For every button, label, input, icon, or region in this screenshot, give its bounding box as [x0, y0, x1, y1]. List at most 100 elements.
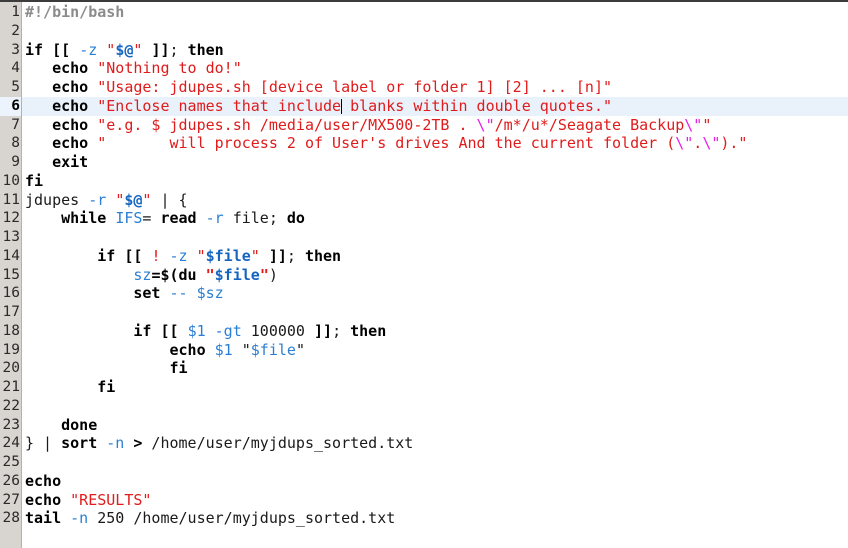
code-line-content[interactable]: echo "Nothing to do!" — [23, 59, 848, 78]
code-line-content[interactable]: echo "Enclose names that include blanks … — [23, 96, 848, 116]
code-line-content[interactable]: sz=$(du "$file") — [23, 266, 848, 285]
code-token-kw: fi — [169, 359, 188, 378]
code-line[interactable]: 6 echo "Enclose names that include blank… — [0, 96, 848, 116]
code-token-cmd: echo — [25, 490, 62, 509]
code-token-esc: \" — [476, 115, 495, 134]
code-line[interactable]: 12 while IFS= read -r file; do — [0, 209, 848, 228]
code-line-content[interactable]: echo "e.g. $ jdupes.sh /media/user/MX500… — [23, 116, 848, 135]
code-line-content[interactable]: } | sort -n > /home/user/myjdups_sorted.… — [23, 434, 848, 453]
code-line[interactable]: 20 fi — [0, 359, 848, 378]
code-token-str: " — [250, 246, 260, 265]
code-line-content[interactable]: echo " will process 2 of User's drives A… — [23, 134, 848, 153]
code-token-varb: $@ — [124, 190, 143, 209]
code-token-kw: then — [187, 40, 224, 59]
code-line[interactable]: 1 #!/bin/bash — [0, 3, 848, 22]
code-line-content[interactable] — [23, 228, 848, 247]
code-line-content[interactable]: if [[ $1 -gt 100000 ]]; then — [23, 322, 848, 341]
code-line-content[interactable]: if [[ -z "$@" ]]; then — [23, 41, 848, 60]
code-line[interactable]: 25 — [0, 453, 848, 472]
code-line-content[interactable]: done — [23, 416, 848, 435]
code-token-var: $1 — [187, 321, 206, 340]
code-line[interactable]: 8 echo " will process 2 of User's drives… — [0, 134, 848, 153]
code-line-content[interactable]: jdupes -r "$@" | { — [23, 191, 848, 210]
code-line[interactable]: 11 jdupes -r "$@" | { — [0, 190, 848, 210]
code-token-str: "Usage: jdupes.sh [device label or folde… — [97, 78, 613, 96]
code-token-opt: -r — [88, 190, 107, 209]
code-line-content[interactable] — [23, 397, 848, 416]
code-token-str: " will process 2 of User's drives And th… — [97, 134, 676, 153]
code-line[interactable]: 26 echo — [0, 471, 848, 491]
code-line-content[interactable]: set -- $sz — [23, 284, 848, 303]
code-line-content[interactable] — [23, 22, 848, 41]
code-line[interactable]: 27 echo "RESULTS" — [0, 490, 848, 510]
code-line-content[interactable]: #!/bin/bash — [23, 3, 848, 22]
code-line-content[interactable]: if [[ ! -z "$file" ]]; then — [23, 247, 848, 266]
code-line[interactable]: 22 — [0, 396, 848, 416]
code-line-content[interactable]: tail -n 250 /home/user/myjdups_sorted.tx… — [23, 509, 848, 528]
code-line[interactable]: 13 — [0, 228, 848, 247]
code-line-content[interactable]: while IFS= read -r file; do — [23, 209, 848, 228]
code-token-str: "Nothing to do!" — [97, 59, 242, 78]
line-number: 28 — [0, 509, 22, 528]
code-line[interactable]: 7 echo "e.g. $ jdupes.sh /media/user/MX5… — [0, 115, 848, 135]
code-token-plain: 250 /home/user/myjdups_sorted.txt — [88, 509, 396, 528]
code-token-kw: if — [25, 40, 44, 59]
code-line-content[interactable] — [23, 453, 848, 472]
code-line-content[interactable]: exit — [23, 153, 848, 172]
code-token-kw: do — [286, 209, 305, 228]
code-line-content[interactable]: fi — [23, 378, 848, 397]
line-number: 14 — [0, 246, 22, 266]
code-line-content[interactable]: fi — [23, 172, 848, 191]
code-token-kw: set — [133, 284, 161, 303]
code-line[interactable]: 23 done — [0, 415, 848, 435]
code-token-cmd: echo — [52, 115, 89, 134]
code-line[interactable]: 5 echo "Usage: jdupes.sh [device label o… — [0, 78, 848, 97]
code-token-cmd: tail — [25, 509, 62, 528]
code-token-str: "e.g. $ jdupes.sh /media/user/MX500-2TB … — [97, 115, 477, 134]
code-line[interactable]: 18 if [[ $1 -gt 100000 ]]; then — [0, 321, 848, 341]
code-line-content[interactable]: echo $1 "$file" — [23, 341, 848, 360]
code-line[interactable]: 3 if [[ -z "$@" ]]; then — [0, 40, 848, 60]
code-line[interactable]: 10 fi — [0, 171, 848, 191]
line-number: 19 — [0, 340, 22, 360]
code-editor[interactable]: 1 #!/bin/bash 2 3 if [[ -z "$@" ]]; then 4 e… — [0, 0, 848, 548]
code-token-str: /m*/u*/Seagate Backup — [494, 115, 685, 134]
code-line[interactable]: 28 tail -n 250 /home/user/myjdups_sorted.… — [0, 509, 848, 528]
line-number: 16 — [0, 284, 22, 303]
code-token-opt: -n — [70, 509, 89, 528]
code-line[interactable]: 16 set -- $sz — [0, 284, 848, 303]
code-token-str: . — [693, 134, 703, 153]
code-line[interactable]: 2 — [0, 21, 848, 41]
code-line[interactable]: 9 exit — [0, 153, 848, 172]
code-line[interactable]: 15 sz=$(du "$file") — [0, 265, 848, 285]
code-token-plain: file; — [223, 209, 287, 228]
code-token-plain: /home/user/myjdups_sorted.txt — [142, 434, 414, 453]
code-token-str: " — [115, 190, 125, 209]
line-number: 25 — [0, 453, 22, 472]
code-token-strb: " — [205, 265, 215, 284]
code-line[interactable]: 17 — [0, 303, 848, 322]
code-line-content[interactable]: echo — [23, 472, 848, 491]
code-line[interactable]: 24} | sort -n > /home/user/myjdups_sorte… — [0, 434, 848, 453]
code-line[interactable]: 21 fi — [0, 378, 848, 397]
code-line[interactable]: 19 echo $1 "$file" — [0, 340, 848, 360]
code-line-content[interactable]: echo "RESULTS" — [23, 491, 848, 510]
code-line[interactable]: 14 if [[ ! -z "$file" ]]; then — [0, 246, 848, 266]
code-line-content[interactable]: echo "Usage: jdupes.sh [device label or … — [23, 78, 848, 97]
code-line-content[interactable] — [23, 303, 848, 322]
code-lines-container[interactable]: 1 #!/bin/bash 2 3 if [[ -z "$@" ]]; then 4 e… — [0, 2, 848, 528]
code-line[interactable]: 4 echo "Nothing to do!" — [0, 59, 848, 78]
code-line-content[interactable]: fi — [23, 359, 848, 378]
